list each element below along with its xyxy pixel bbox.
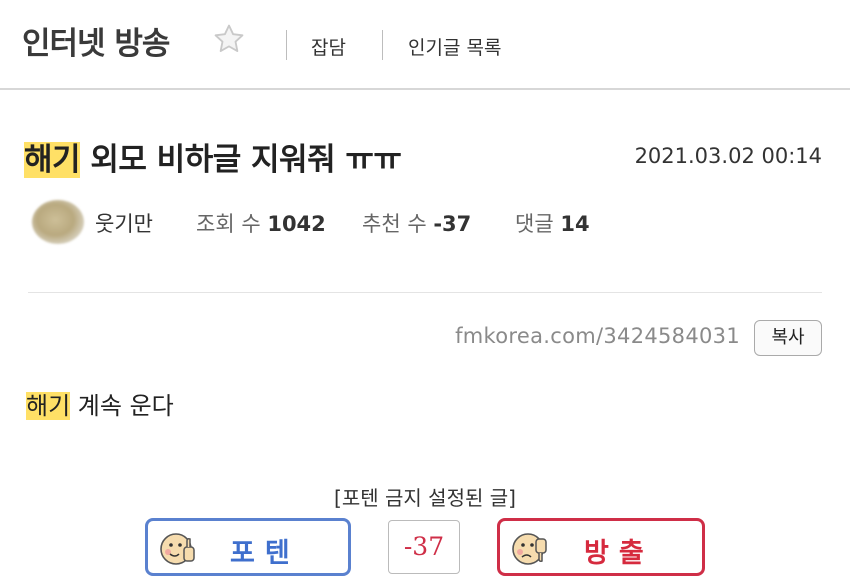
star-icon[interactable] <box>212 22 246 56</box>
release-label: 방출 <box>584 538 654 569</box>
comments-stat[interactable]: 댓글 14 <box>515 208 590 238</box>
post-content: 해기 계속 운다 <box>26 386 174 421</box>
thumbs-down-face-icon <box>512 533 547 565</box>
potent-button[interactable]: 포텐 <box>145 518 351 576</box>
views-label: 조회 수 <box>196 212 261 236</box>
vote-notice: [포텐 금지 설정된 글] <box>334 486 516 510</box>
potent-label: 포텐 <box>230 538 300 569</box>
title-highlight: 해기 <box>24 142 81 178</box>
board-title[interactable]: 인터넷 방송 <box>22 18 170 63</box>
release-button[interactable]: 방출 <box>497 518 705 576</box>
post-url[interactable]: fmkorea.com/3424584031 <box>455 324 740 348</box>
nav-link-chat[interactable]: 잡담 <box>311 33 346 60</box>
comments-count: 14 <box>560 212 590 236</box>
avatar[interactable] <box>32 200 84 244</box>
comments-label: 댓글 <box>515 212 554 236</box>
views-count: 1042 <box>267 212 326 236</box>
divider <box>28 292 822 293</box>
board-header: 인터넷 방송 잡담 인기글 목록 <box>0 0 850 90</box>
content-highlight: 해기 <box>26 392 71 420</box>
recommend-count: -37 <box>433 212 472 236</box>
post-date: 2021.03.02 00:14 <box>634 144 822 168</box>
thumbs-up-face-icon <box>160 533 195 565</box>
copy-button[interactable]: 복사 <box>754 320 822 356</box>
nav-link-popular[interactable]: 인기글 목록 <box>408 33 501 60</box>
title-text: 외모 비하글 지워줘 ㅠㅠ <box>80 142 402 178</box>
views-stat: 조회 수 1042 <box>196 208 326 238</box>
vote-count: -37 <box>388 520 460 574</box>
author-name[interactable]: 웃기만 <box>95 208 153 238</box>
post-title: 해기 외모 비하글 지워줘 ㅠㅠ <box>24 134 402 179</box>
content-text: 계속 운다 <box>70 392 174 420</box>
recommend-stat: 추천 수 -37 <box>362 208 471 238</box>
nav-divider <box>382 30 383 60</box>
recommend-label: 추천 수 <box>362 212 427 236</box>
nav-divider <box>286 30 287 60</box>
